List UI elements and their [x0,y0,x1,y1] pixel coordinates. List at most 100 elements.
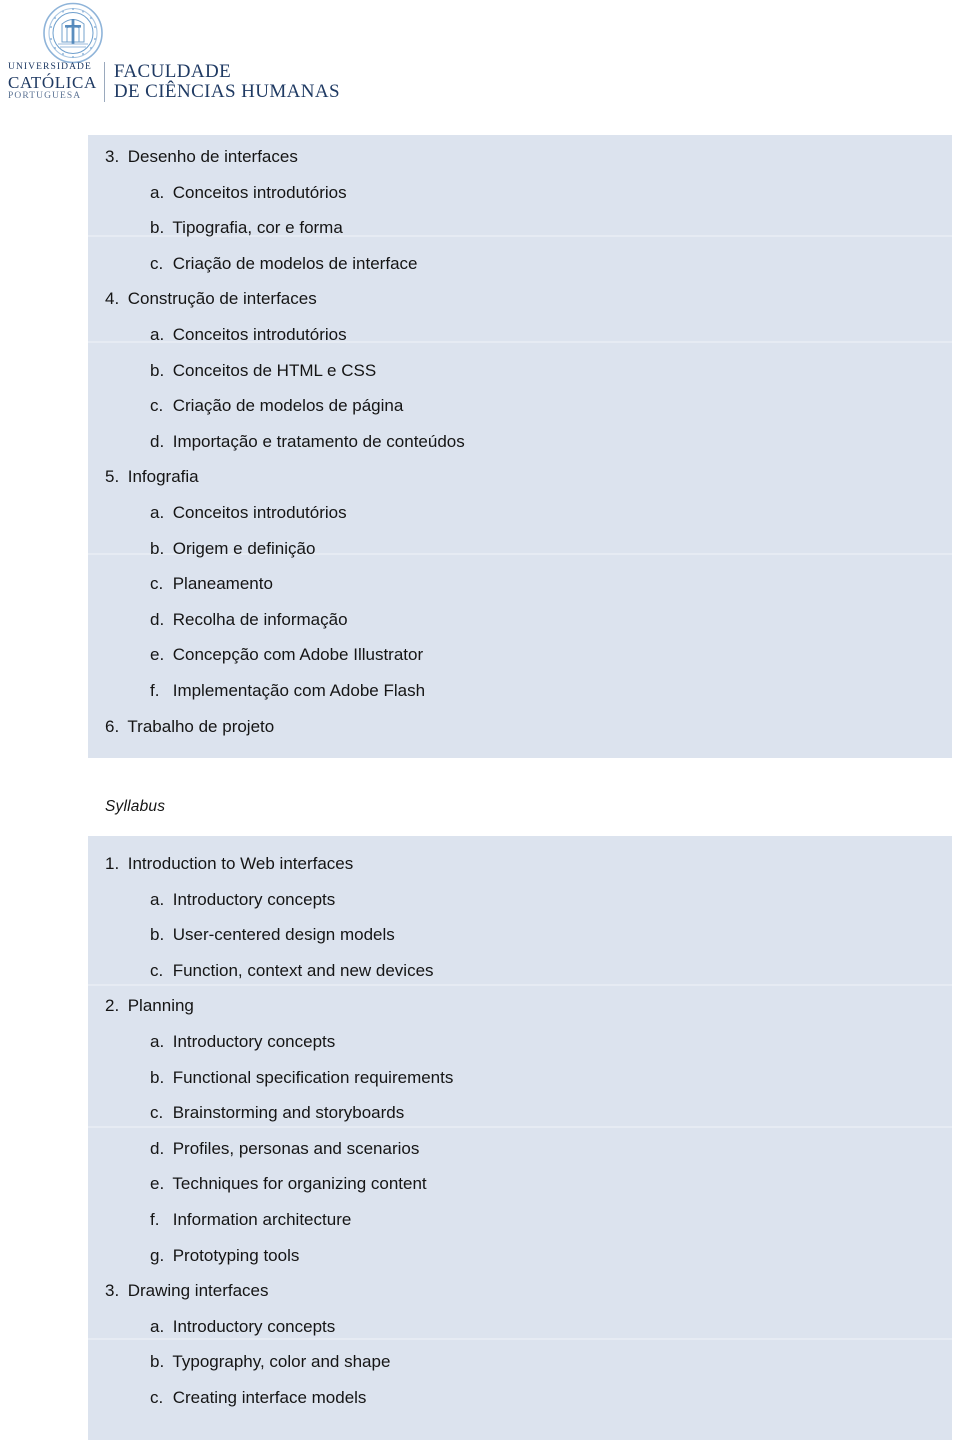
outline-item-label: Prototyping tools [168,1245,300,1265]
faculty-name-block: FACULDADE DE CIÊNCIAS HUMANAS [105,62,340,102]
outline-item: 6. Trabalho de projeto [88,709,960,745]
outline-item-marker: 3. [105,147,120,166]
institution-wordmark: UNIVERSIDADE CATÓLICA PORTUGUESA FACULDA… [8,62,340,104]
outline-item: g. Prototyping tools [88,1238,960,1274]
outline-item: b. User-centered design models [88,917,960,953]
outline-item-label: Concepção com Adobe Illustrator [168,645,424,665]
outline-item-marker: e. [150,645,165,665]
outline-item: d. Importação e tratamento de conteúdos [88,424,960,460]
outline-item: 2. Planning [88,988,960,1024]
outline-item: a. Introductory concepts [88,882,960,918]
outline-item: b. Functional specification requirements [88,1060,960,1096]
outline-item: a. Introductory concepts [88,1024,960,1060]
outline-item-marker: b. [150,360,165,380]
outline-item-marker: b. [150,538,165,558]
outline-item: e. Techniques for organizing content [88,1166,960,1202]
outline-item: c. Planeamento [88,566,960,602]
outline-item-marker: d. [150,431,165,451]
outline-item-label: Drawing interfaces [123,1281,269,1301]
outline-item-marker: 1. [105,854,120,873]
outline-item: d. Recolha de informação [88,602,960,638]
outline-item-marker: a. [150,182,165,202]
outline-item: a. Conceitos introdutórios [88,317,960,353]
outline-item-marker: f. [150,1210,160,1229]
outline-item: 3. Drawing interfaces [88,1273,960,1309]
outline-item-label: Criação de modelos de página [168,396,404,416]
outline-item-marker: e. [150,1174,165,1194]
outline-item-marker: a. [150,503,165,522]
outline-item: b. Conceitos de HTML e CSS [88,353,960,389]
outline-item-marker: f. [150,681,160,700]
outline-item-label: Conceitos de HTML e CSS [168,360,377,380]
university-seal-icon [43,2,103,64]
outline-item-label: Planning [123,996,194,1016]
outline-item: a. Conceitos introdutórios [88,175,960,211]
university-line-1: UNIVERSIDADE [8,62,92,72]
outline-item-marker: b. [150,925,165,945]
outline-item-marker: d. [150,609,165,629]
outline-item-label: Function, context and new devices [168,960,434,980]
outline-item-label: Conceitos introdutórios [168,503,347,522]
outline-item-label: Functional specification requirements [168,1067,454,1087]
outline-item-marker: a. [150,325,165,344]
outline-item-marker: b. [150,218,165,238]
outline-item: f. Implementação com Adobe Flash [88,673,960,709]
outline-item-label: Planeamento [168,574,273,594]
outline-item-label: Typography, color and shape [168,1352,391,1372]
outline-item: c. Function, context and new devices [88,953,960,989]
syllabus-caption: Syllabus [105,798,166,815]
outline-item: c. Criação de modelos de página [88,388,960,424]
outline-item: 1. Introduction to Web interfaces [88,846,960,882]
outline-item-label: Profiles, personas and scenarios [168,1138,420,1158]
outline-item-label: Introduction to Web interfaces [123,854,354,873]
outline-item-label: Desenho de interfaces [123,147,298,166]
outline-item-marker: a. [150,1032,165,1051]
outline-item: c. Criação de modelos de interface [88,246,960,282]
outline-item-marker: c. [150,1103,164,1123]
outline-item: 4. Construção de interfaces [88,281,960,317]
university-name-block: UNIVERSIDADE CATÓLICA PORTUGUESA [8,62,105,102]
outline-item: a. Conceitos introdutórios [88,495,960,531]
outline-item: a. Introductory concepts [88,1309,960,1345]
outline-item: b. Typography, color and shape [88,1344,960,1380]
outline-item-label: Origem e definição [168,538,316,558]
outline-item-label: Introductory concepts [168,889,336,909]
outline-item: c. Brainstorming and storyboards [88,1095,960,1131]
outline-item-label: Implementação com Adobe Flash [168,681,426,700]
outline-item-label: Criação de modelos de interface [168,253,418,273]
letterhead: UNIVERSIDADE CATÓLICA PORTUGUESA FACULDA… [0,0,960,118]
outline-item-label: Conceitos introdutórios [168,325,347,344]
outline-item-marker: g. [150,1245,165,1265]
outline-item-label: Construção de interfaces [123,289,317,309]
programa-section-band: 3. Desenho de interfaces a. Conceitos int… [88,135,952,758]
outline-item-marker: 6. [105,716,120,736]
faculty-line-1: FACULDADE [113,61,232,83]
outline-item-label: Introductory concepts [168,1316,336,1336]
university-line-2: CATÓLICA [8,72,97,92]
outline-item-marker: c. [150,1388,164,1407]
outline-item-marker: 2. [105,996,120,1016]
outline-item-marker: d. [150,1138,165,1158]
outline-item-marker: 4. [105,289,120,309]
outline-item: b. Tipografia, cor e forma [88,210,960,246]
faculty-line-2: DE CIÊNCIAS HUMANAS [113,81,340,102]
outline-item-marker: a. [150,1316,165,1336]
outline-item: 3. Desenho de interfaces [88,139,960,175]
outline-item-label: Introductory concepts [168,1032,336,1051]
outline-item-label: Information architecture [168,1210,352,1229]
outline-item: c. Creating interface models [88,1380,960,1416]
outline-item-label: Creating interface models [168,1388,367,1407]
outline-item-marker: c. [150,253,164,273]
outline-item-label: User-centered design models [168,925,395,945]
outline-item-marker: b. [150,1067,165,1087]
outline-item-marker: c. [150,960,164,980]
outline-item-label: Trabalho de projeto [123,716,275,736]
outline-item-label: Infografia [123,467,199,487]
outline-item: b. Origem e definição [88,531,960,567]
outline-item: e. Concepção com Adobe Illustrator [88,637,960,673]
outline-item: f. Information architecture [88,1202,960,1238]
outline-item-marker: a. [150,889,165,909]
university-line-3: PORTUGUESA [8,90,82,101]
outline-item-marker: 5. [105,467,120,487]
outline-item: d. Profiles, personas and scenarios [88,1131,960,1167]
